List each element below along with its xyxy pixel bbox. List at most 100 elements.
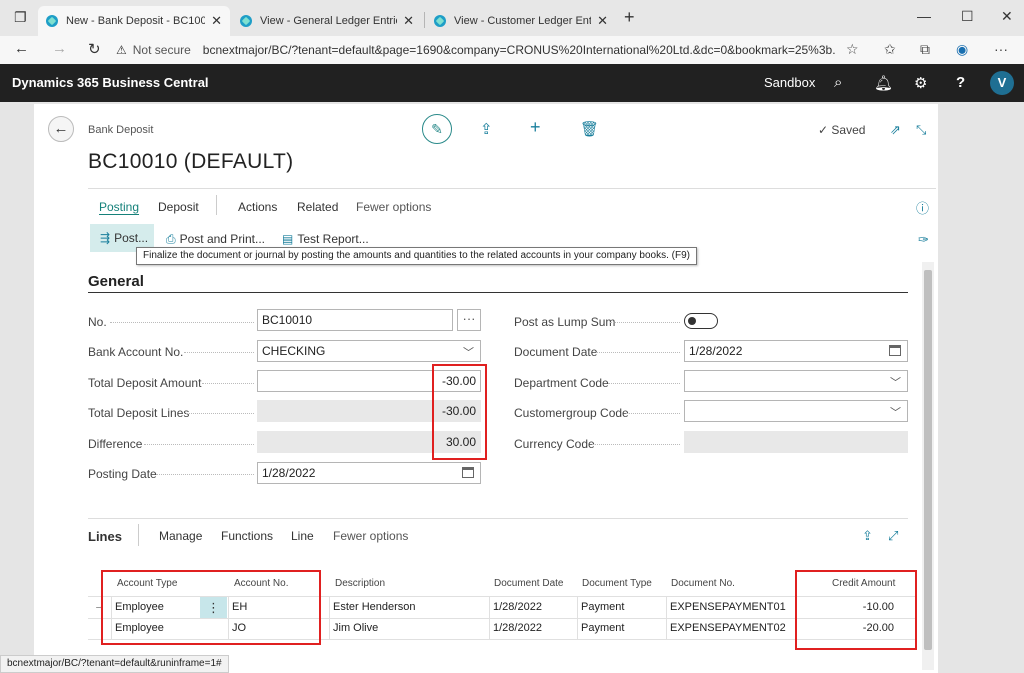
- share-icon[interactable]: ⇪: [862, 528, 873, 544]
- info-icon[interactable]: ⓘ: [916, 198, 929, 217]
- lines-menu-line[interactable]: Line: [291, 529, 314, 543]
- tab-title: View - Customer Ledger Entries: [454, 15, 592, 27]
- divider: [88, 518, 908, 519]
- post-and-print-button[interactable]: ⎙ Post and Print...: [166, 232, 265, 247]
- tab-actions-icon[interactable]: ❐: [14, 9, 27, 26]
- browser-tab-bank-deposit[interactable]: New - Bank Deposit - BC10010 (DEFAULT) ✕: [38, 6, 230, 36]
- post-tooltip: Finalize the document or journal by post…: [136, 247, 697, 265]
- avatar[interactable]: V: [990, 71, 1014, 95]
- cell-document-date[interactable]: 1/28/2022: [489, 597, 577, 618]
- more-menu-icon[interactable]: ···: [994, 41, 1008, 57]
- back-button[interactable]: ←: [48, 116, 74, 142]
- customergroup-code-label: Customergroup Code: [514, 406, 629, 420]
- dotted-leader: [626, 413, 680, 414]
- expand-icon[interactable]: ⤢: [888, 528, 898, 544]
- dotted-leader: [592, 444, 680, 445]
- cell-document-type[interactable]: Payment: [577, 618, 666, 639]
- calendar-icon[interactable]: [462, 467, 474, 478]
- highlight-box: [101, 570, 321, 645]
- col-document-type[interactable]: Document Type: [582, 578, 652, 589]
- cell-document-no[interactable]: EXPENSEPAYMENT01: [666, 597, 796, 618]
- app-name[interactable]: Dynamics 365 Business Central: [12, 75, 209, 90]
- edit-pencil-icon[interactable]: ✎: [422, 114, 452, 144]
- open-new-window-icon[interactable]: ⇗: [890, 122, 901, 138]
- browser-tab-bar: ❐ New - Bank Deposit - BC10010 (DEFAULT)…: [0, 0, 1024, 36]
- no-value: BC10010: [262, 313, 313, 327]
- cell-description[interactable]: Jim Olive: [329, 618, 489, 639]
- col-document-date[interactable]: Document Date: [494, 578, 563, 589]
- chevron-down-icon[interactable]: ﹀: [463, 344, 474, 360]
- delete-icon[interactable]: 🗑︎: [580, 120, 599, 138]
- lines-section-title[interactable]: Lines: [88, 529, 122, 544]
- bank-account-field[interactable]: CHECKING ﹀: [257, 340, 481, 362]
- bell-icon[interactable]: 🔔︎: [874, 74, 893, 92]
- status-url: bcnextmajor/BC/?tenant=default&runinfram…: [0, 655, 229, 673]
- lines-menu-manage[interactable]: Manage: [159, 529, 202, 543]
- cell-document-date[interactable]: 1/28/2022: [489, 618, 577, 639]
- cell-document-type[interactable]: Payment: [577, 597, 666, 618]
- lines-fewer-options-button[interactable]: Fewer options: [333, 529, 408, 543]
- cell-document-no[interactable]: EXPENSEPAYMENT02: [666, 618, 796, 639]
- divider: [88, 188, 936, 189]
- col-description[interactable]: Description: [335, 578, 385, 589]
- post-as-lump-sum-toggle[interactable]: [684, 313, 718, 329]
- post-as-lump-sum-label: Post as Lump Sum: [514, 315, 616, 329]
- profile-icon[interactable]: ◉: [956, 41, 968, 58]
- refresh-icon[interactable]: ↻: [88, 40, 101, 58]
- cell-description[interactable]: Ester Henderson: [329, 597, 489, 618]
- gear-icon[interactable]: ⚙: [914, 74, 927, 92]
- collections-icon[interactable]: ⧉: [920, 41, 930, 58]
- close-tab-icon[interactable]: ✕: [403, 13, 414, 29]
- chevron-down-icon[interactable]: ﹀: [890, 374, 901, 390]
- maximize-icon[interactable]: ☐: [961, 8, 974, 25]
- chevron-down-icon[interactable]: ﹀: [890, 404, 901, 420]
- menu-related[interactable]: Related: [297, 200, 338, 214]
- search-icon[interactable]: ⌕: [834, 74, 842, 91]
- dotted-leader: [110, 322, 254, 323]
- posting-date-value: 1/28/2022: [262, 466, 316, 480]
- close-tab-icon[interactable]: ✕: [597, 13, 608, 29]
- favorite-add-icon[interactable]: ☆: [846, 41, 859, 58]
- collapse-icon[interactable]: ⤡: [916, 122, 926, 138]
- document-date-label: Document Date: [514, 345, 598, 359]
- forward-arrow-icon[interactable]: →: [52, 40, 67, 57]
- not-secure-label: Not secure: [132, 43, 191, 57]
- highlight-box: [432, 364, 487, 460]
- url-field[interactable]: ⚠ Not secure bcnextmajor/BC/?tenant=defa…: [116, 39, 836, 61]
- new-tab-icon[interactable]: +: [624, 7, 635, 28]
- menu-actions[interactable]: Actions: [238, 200, 277, 214]
- browser-tab-general-ledger[interactable]: View - General Ledger Entries - 2 ✕: [232, 6, 422, 36]
- tab-deposit[interactable]: Deposit: [158, 200, 199, 214]
- currency-code-field: [684, 431, 908, 453]
- assist-edit-button[interactable]: ···: [457, 309, 481, 331]
- new-icon[interactable]: +: [530, 117, 541, 138]
- minimize-icon[interactable]: —: [917, 8, 931, 24]
- breadcrumb: Bank Deposit: [88, 124, 154, 136]
- dotted-leader: [608, 383, 680, 384]
- col-document-no[interactable]: Document No.: [671, 578, 735, 589]
- document-date-field[interactable]: 1/28/2022: [684, 340, 908, 362]
- fewer-options-button[interactable]: Fewer options: [356, 200, 431, 214]
- customergroup-code-field[interactable]: ﹀: [684, 400, 908, 422]
- back-arrow-icon[interactable]: ←: [14, 40, 29, 57]
- lines-menu-functions[interactable]: Functions: [221, 529, 273, 543]
- posting-date-field[interactable]: 1/28/2022: [257, 462, 481, 484]
- no-field[interactable]: BC10010: [257, 309, 453, 331]
- close-tab-icon[interactable]: ✕: [211, 13, 222, 29]
- general-section-title[interactable]: General: [88, 273, 144, 290]
- scrollbar-thumb[interactable]: [924, 270, 932, 650]
- browser-tab-customer-ledger[interactable]: View - Customer Ledger Entries ✕: [426, 6, 616, 36]
- close-window-icon[interactable]: ✕: [1001, 8, 1013, 25]
- department-code-field[interactable]: ﹀: [684, 370, 908, 392]
- help-icon[interactable]: ?: [956, 74, 965, 91]
- test-report-button[interactable]: ▤ Test Report...: [282, 232, 369, 246]
- tab-title: New - Bank Deposit - BC10010 (DEFAULT): [66, 15, 206, 27]
- favorites-icon[interactable]: ✩: [884, 41, 896, 58]
- tab-divider: [424, 12, 425, 28]
- share-icon[interactable]: ⇪: [480, 120, 493, 138]
- tab-posting[interactable]: Posting: [99, 200, 139, 214]
- test-report-label: Test Report...: [297, 232, 369, 246]
- calendar-icon[interactable]: [889, 345, 901, 356]
- pin-icon[interactable]: ✑: [918, 232, 929, 248]
- bank-account-value: CHECKING: [262, 344, 326, 358]
